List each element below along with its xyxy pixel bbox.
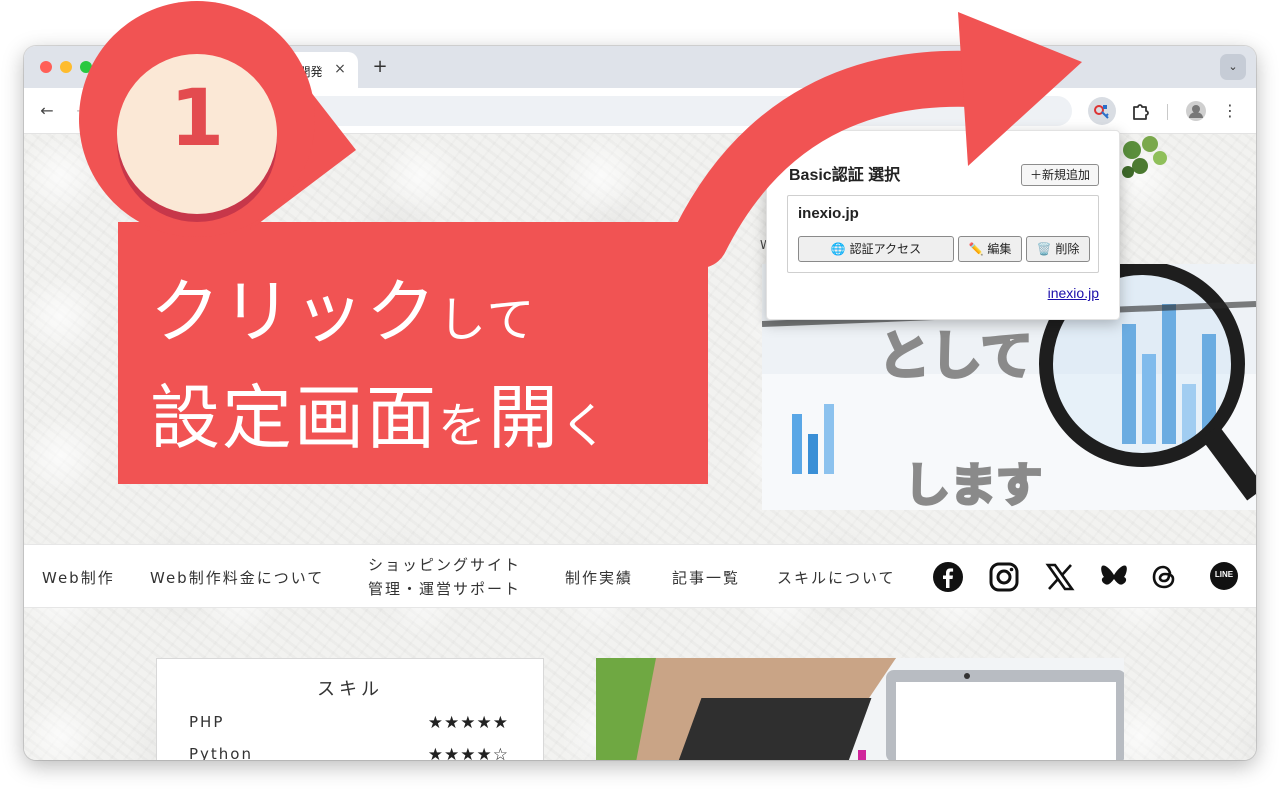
- browser-menu-button[interactable]: ⋮: [1222, 100, 1238, 122]
- forward-button[interactable]: →: [72, 100, 94, 122]
- line-icon-label: LINE: [1214, 570, 1234, 579]
- x-icon[interactable]: [1044, 561, 1076, 593]
- avatar-icon: [1186, 101, 1206, 121]
- tab-close-icon[interactable]: ×: [332, 61, 348, 77]
- minimize-window-button[interactable]: [60, 61, 72, 73]
- delete-button[interactable]: 🗑️ 削除: [1026, 236, 1090, 262]
- laptop-photo-illustration: [596, 658, 1124, 760]
- skill-name: Python: [189, 745, 253, 760]
- auth-access-button[interactable]: 🌐 認証アクセス: [798, 236, 954, 262]
- edit-button[interactable]: ✏️ 編集: [958, 236, 1022, 262]
- callout-open-text: 開: [488, 377, 561, 459]
- step-number: 1: [169, 74, 225, 164]
- callout-settings-text: 設定画面: [150, 377, 438, 459]
- basic-auth-popup: Basic認証 選択 ＋新規追加 inexio.jp 🌐 認証アクセス ✏️ 編…: [766, 130, 1120, 320]
- profile-avatar[interactable]: [1182, 97, 1210, 125]
- skill-stars: ★★★★★: [427, 713, 509, 733]
- footer-link[interactable]: inexio.jp: [1048, 285, 1099, 301]
- nav-works[interactable]: 制作実績: [565, 545, 633, 609]
- tab-title: Web開発: [274, 65, 323, 79]
- callout-line2: 設定画面を開く: [150, 362, 610, 463]
- line-icon[interactable]: LINE: [1208, 561, 1240, 593]
- popup-title: Basic認証 選択: [789, 167, 901, 184]
- nav-articles[interactable]: 記事一覧: [672, 545, 740, 609]
- callout-click-text: クリック: [150, 271, 438, 353]
- basic-auth-extension-button[interactable]: [1088, 97, 1116, 125]
- site-navigation: Web制作 Web制作料金について ショッピングサイト 管理・運営サポート 制作…: [24, 544, 1256, 608]
- skills-card: スキル PHP ★★★★★ Python ★★★★☆: [156, 658, 544, 760]
- nav-shop-support-line2: 管理・運営サポート: [368, 580, 522, 598]
- nav-web-production[interactable]: Web制作: [42, 545, 115, 609]
- skill-stars: ★★★★☆: [427, 745, 509, 760]
- skill-name: PHP: [189, 713, 225, 731]
- new-tab-button[interactable]: +: [370, 57, 390, 77]
- puzzle-icon: [1133, 104, 1149, 120]
- nav-shop-support[interactable]: ショッピングサイト 管理・運営サポート: [368, 545, 521, 609]
- add-new-button[interactable]: ＋新規追加: [1021, 164, 1099, 186]
- skills-title: スキル: [317, 679, 383, 700]
- instagram-icon[interactable]: [988, 561, 1020, 593]
- callout-wo-text: を: [438, 398, 489, 454]
- callout-shite-text: して: [438, 292, 537, 348]
- nav-web-pricing[interactable]: Web制作料金について: [150, 545, 324, 609]
- callout-ku-text: く: [560, 398, 611, 454]
- extensions-button[interactable]: [1126, 97, 1154, 125]
- hero-word-toshite: として: [876, 326, 1033, 389]
- nav-shop-support-line1: ショッピングサイト: [368, 556, 522, 574]
- laptop-photo: [596, 658, 1124, 760]
- hero-word-shimasu: します: [903, 457, 1044, 514]
- facebook-icon[interactable]: [932, 561, 964, 593]
- auth-entry: inexio.jp 🌐 認証アクセス ✏️ 編集 🗑️ 削除: [787, 195, 1099, 273]
- tab-search-button[interactable]: ⌄: [1220, 54, 1246, 80]
- zoom-window-button[interactable]: [80, 61, 92, 73]
- back-button[interactable]: ←: [36, 100, 58, 122]
- nav-skills[interactable]: スキルについて: [777, 545, 896, 609]
- threads-icon[interactable]: [1148, 561, 1180, 593]
- skill-row: Python ★★★★☆: [189, 745, 509, 760]
- key-icon: [1094, 105, 1109, 119]
- close-window-button[interactable]: [40, 61, 52, 73]
- skill-row: PHP ★★★★★: [189, 713, 509, 735]
- bluesky-icon[interactable]: [1098, 561, 1130, 593]
- callout-line1: クリックして: [150, 256, 537, 357]
- toolbar-separator: [1167, 104, 1168, 120]
- leaves-decoration: [1122, 136, 1167, 178]
- auth-entry-domain: inexio.jp: [798, 205, 859, 222]
